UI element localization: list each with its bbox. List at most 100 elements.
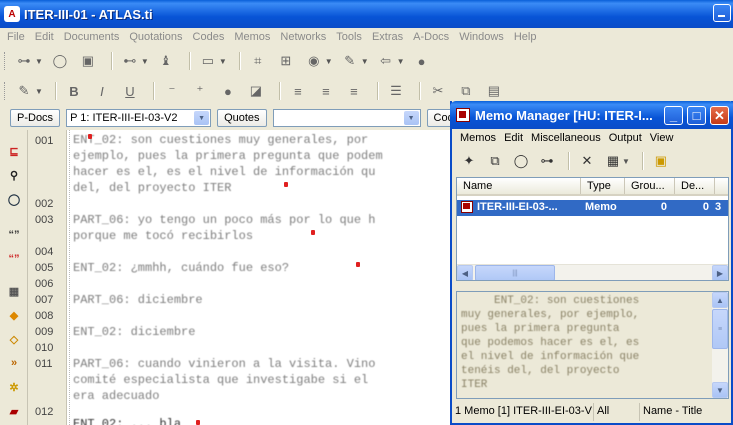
xml-icon[interactable]: ◉ bbox=[303, 51, 325, 71]
scroll-down-icon[interactable]: ▼ bbox=[712, 382, 728, 398]
dropdown-arrow-icon[interactable]: ▼ bbox=[622, 157, 630, 166]
menu-codes[interactable]: Codes bbox=[188, 31, 230, 43]
quotes-select[interactable]: ▼ bbox=[272, 109, 421, 127]
report-icon[interactable]: ⊞ bbox=[275, 51, 297, 71]
dropdown-arrow-icon[interactable]: ▼ bbox=[361, 57, 369, 66]
italic-icon[interactable]: I bbox=[91, 81, 113, 101]
dropdown-arrow-icon[interactable]: ▼ bbox=[35, 57, 43, 66]
memo-manager-title-bar[interactable]: Memo Manager [HU: ITER-I... _ □ ✕ bbox=[450, 101, 733, 129]
minimize-button[interactable] bbox=[713, 4, 731, 22]
eraser-icon[interactable]: ◪ bbox=[245, 81, 267, 101]
color-icon[interactable]: ● bbox=[217, 81, 239, 101]
menu-help[interactable]: Help bbox=[509, 31, 542, 43]
code-diamond-icon[interactable]: ◆ bbox=[4, 306, 24, 324]
quote-link-icon[interactable]: “” bbox=[4, 250, 24, 268]
memo-list[interactable]: Name Type Grou... De... ITER-III-EI-03-.… bbox=[456, 177, 729, 281]
dropdown-arrow-icon[interactable]: ▼ bbox=[325, 57, 333, 66]
increase-icon[interactable]: ⁺ bbox=[189, 81, 211, 101]
close-button[interactable]: ✕ bbox=[710, 106, 729, 125]
memo-text-pane[interactable]: ENT_02: son cuestiones muy generales, po… bbox=[456, 291, 729, 399]
minimize-button[interactable]: _ bbox=[664, 106, 683, 125]
code-link-icon[interactable]: ◇ bbox=[4, 330, 24, 348]
copy-icon[interactable]: ⧉ bbox=[484, 151, 506, 171]
network-icon[interactable]: ⊷ bbox=[119, 51, 141, 71]
menu-tools[interactable]: Tools bbox=[331, 31, 367, 43]
quotation-marker-icon[interactable] bbox=[284, 182, 288, 187]
menu-extras[interactable]: Extras bbox=[367, 31, 408, 43]
comment-icon[interactable]: ◯ bbox=[4, 190, 24, 208]
quotation-marker-icon[interactable] bbox=[356, 262, 360, 267]
analysis-icon[interactable]: ⌗ bbox=[247, 51, 269, 71]
scroll-thumb[interactable]: ||| bbox=[475, 265, 555, 280]
quotation-marker-icon[interactable] bbox=[311, 230, 315, 235]
menu-view[interactable]: View bbox=[646, 132, 678, 144]
table-icon[interactable]: ▦ bbox=[602, 151, 624, 171]
menu-documents[interactable]: Documents bbox=[59, 31, 125, 43]
bold-icon[interactable]: B bbox=[63, 81, 85, 101]
dropdown-arrow-icon[interactable]: ▼ bbox=[397, 57, 405, 66]
vertical-scrollbar[interactable]: ▲ ≡ ▼ bbox=[712, 292, 728, 398]
menu-output[interactable]: Output bbox=[605, 132, 646, 144]
menu-memos[interactable]: Memos bbox=[229, 31, 275, 43]
align-center-icon[interactable]: ≡ bbox=[315, 81, 337, 101]
menu-file[interactable]: File bbox=[2, 31, 30, 43]
chevron-down-icon[interactable]: ▼ bbox=[194, 111, 210, 125]
cut-icon[interactable]: ✂ bbox=[427, 81, 449, 101]
tools-icon[interactable]: ✎ bbox=[339, 51, 361, 71]
underline-icon[interactable]: U bbox=[119, 81, 141, 101]
bomb-icon[interactable]: ● bbox=[411, 51, 433, 71]
horizontal-scrollbar[interactable]: ◀ ||| ▶ bbox=[457, 264, 728, 280]
column-header-type[interactable]: Type bbox=[581, 178, 625, 194]
save-icon[interactable]: ▣ bbox=[77, 51, 99, 71]
column-header-groups[interactable]: Grou... bbox=[625, 178, 675, 194]
filter-icon[interactable]: ▣ bbox=[650, 151, 672, 171]
dropdown-arrow-icon[interactable]: ▼ bbox=[219, 57, 227, 66]
paste-icon[interactable]: ▤ bbox=[483, 81, 505, 101]
scroll-thumb[interactable]: ≡ bbox=[712, 309, 728, 349]
quotation-marker-icon[interactable] bbox=[88, 134, 92, 139]
toolbar-grip[interactable] bbox=[4, 52, 7, 70]
copy-icon[interactable]: ⧉ bbox=[455, 81, 477, 101]
hierarchy-icon[interactable]: ⊶ bbox=[13, 51, 35, 71]
grid-icon[interactable]: ▦ bbox=[4, 282, 24, 300]
code-arrow-icon[interactable]: » bbox=[4, 354, 24, 372]
scroll-right-icon[interactable]: ▶ bbox=[712, 265, 728, 280]
menu-edit[interactable]: Edit bbox=[500, 132, 527, 144]
document-pane[interactable]: 001 002 003 004 005 006 007 008 009 010 … bbox=[30, 130, 455, 425]
align-left-icon[interactable]: ≡ bbox=[287, 81, 309, 101]
comment-icon[interactable]: ◯ bbox=[510, 151, 532, 171]
toolbar-grip[interactable] bbox=[4, 82, 7, 100]
menu-memos[interactable]: Memos bbox=[456, 132, 500, 144]
quote-icon[interactable]: “” bbox=[4, 226, 24, 244]
quotes-button[interactable]: Quotes bbox=[217, 109, 267, 127]
menu-networks[interactable]: Networks bbox=[275, 31, 331, 43]
align-right-icon[interactable]: ≡ bbox=[343, 81, 365, 101]
menu-windows[interactable]: Windows bbox=[454, 31, 509, 43]
back-arrow-icon[interactable]: ⇦ bbox=[375, 51, 397, 71]
gear-icon[interactable]: ✲ bbox=[4, 378, 24, 396]
code-tool-icon[interactable]: ⊑ bbox=[4, 142, 24, 160]
column-header-name[interactable]: Name bbox=[457, 178, 581, 194]
search-icon[interactable]: ⚲ bbox=[4, 166, 24, 184]
new-memo-icon[interactable]: ✦ bbox=[458, 151, 480, 171]
binoculars-icon[interactable]: ♝ bbox=[155, 51, 177, 71]
comment-icon[interactable]: ◯ bbox=[49, 51, 71, 71]
scroll-up-icon[interactable]: ▲ bbox=[712, 292, 728, 308]
delete-icon[interactable]: ✕ bbox=[576, 151, 598, 171]
menu-quotations[interactable]: Quotations bbox=[124, 31, 187, 43]
pdoc-select[interactable]: P 1: ITER-III-EI-03-V2 ▼ bbox=[66, 109, 212, 127]
quotation-marker-icon[interactable] bbox=[196, 420, 200, 425]
dropdown-arrow-icon[interactable]: ▼ bbox=[35, 87, 43, 96]
list-icon[interactable]: ☰ bbox=[385, 81, 407, 101]
scroll-left-icon[interactable]: ◀ bbox=[457, 265, 473, 280]
menu-edit[interactable]: Edit bbox=[30, 31, 59, 43]
column-header-density[interactable]: De... bbox=[675, 178, 715, 194]
chevron-down-icon[interactable]: ▼ bbox=[403, 111, 419, 125]
menu-a-docs[interactable]: A-Docs bbox=[408, 31, 454, 43]
open-folder-icon[interactable]: ▭ bbox=[197, 51, 219, 71]
hierarchy-icon[interactable]: ⊶ bbox=[536, 151, 558, 171]
maximize-button[interactable]: □ bbox=[687, 106, 706, 125]
dropdown-arrow-icon[interactable]: ▼ bbox=[141, 57, 149, 66]
memo-row[interactable]: ITER-III-EI-03-... Memo 0 0 3 bbox=[457, 200, 728, 216]
menu-miscellaneous[interactable]: Miscellaneous bbox=[527, 132, 605, 144]
